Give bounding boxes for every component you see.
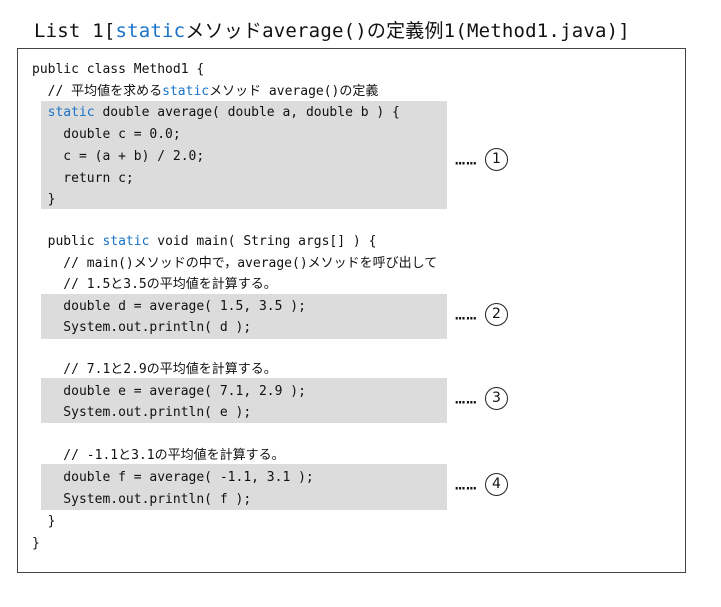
- annotation-4: …… 4: [455, 473, 509, 496]
- code-line: return c;: [32, 171, 134, 186]
- code-line: System.out.println( d );: [32, 320, 252, 335]
- code-comment: // -1.1と3.1の平均値を計算する。: [32, 448, 285, 463]
- circled-number-4: 4: [485, 473, 509, 496]
- circled-number-2: 2: [485, 303, 509, 326]
- title-keyword: static: [115, 20, 186, 42]
- code-line: }: [32, 536, 40, 551]
- annotation-2: …… 2: [455, 303, 509, 326]
- code-line: System.out.println( f );: [32, 492, 252, 507]
- code-line: double c = 0.0;: [32, 127, 181, 142]
- code-line: double f = average( -1.1, 3.1 );: [32, 470, 314, 485]
- code-comment-average: // 平均値を求めるstaticメソッド average()の定義: [32, 84, 379, 99]
- annotation-3: …… 3: [455, 387, 509, 410]
- annotation-1: …… 1: [455, 148, 509, 171]
- title-prefix: List 1[: [34, 20, 116, 42]
- listing-title: List 1[staticメソッドaverage()の定義例1(Method1.…: [34, 16, 630, 43]
- code-line: double e = average( 7.1, 2.9 );: [32, 384, 306, 399]
- code-line: double d = average( 1.5, 3.5 );: [32, 299, 306, 314]
- code-comment: // 1.5と3.5の平均値を計算する。: [32, 277, 277, 292]
- circled-number-3: 3: [485, 387, 509, 410]
- code-line: c = (a + b) / 2.0;: [32, 149, 205, 164]
- circled-number-1: 1: [485, 148, 509, 171]
- code-class-declaration: public class Method1 {: [32, 62, 205, 77]
- code-comment: // 7.1と2.9の平均値を計算する。: [32, 362, 277, 377]
- title-suffix: メソッドaverage()の定義例1(Method1.java)]: [185, 20, 630, 42]
- code-line: }: [32, 192, 56, 207]
- code-line: }: [32, 514, 56, 529]
- code-method-declaration: static double average( double a, double …: [32, 105, 400, 120]
- code-line: System.out.println( e );: [32, 405, 252, 420]
- code-main-declaration: public static void main( String args[] )…: [32, 234, 377, 249]
- code-comment: // main()メソッドの中で，average()メソッドを呼び出して: [32, 256, 438, 271]
